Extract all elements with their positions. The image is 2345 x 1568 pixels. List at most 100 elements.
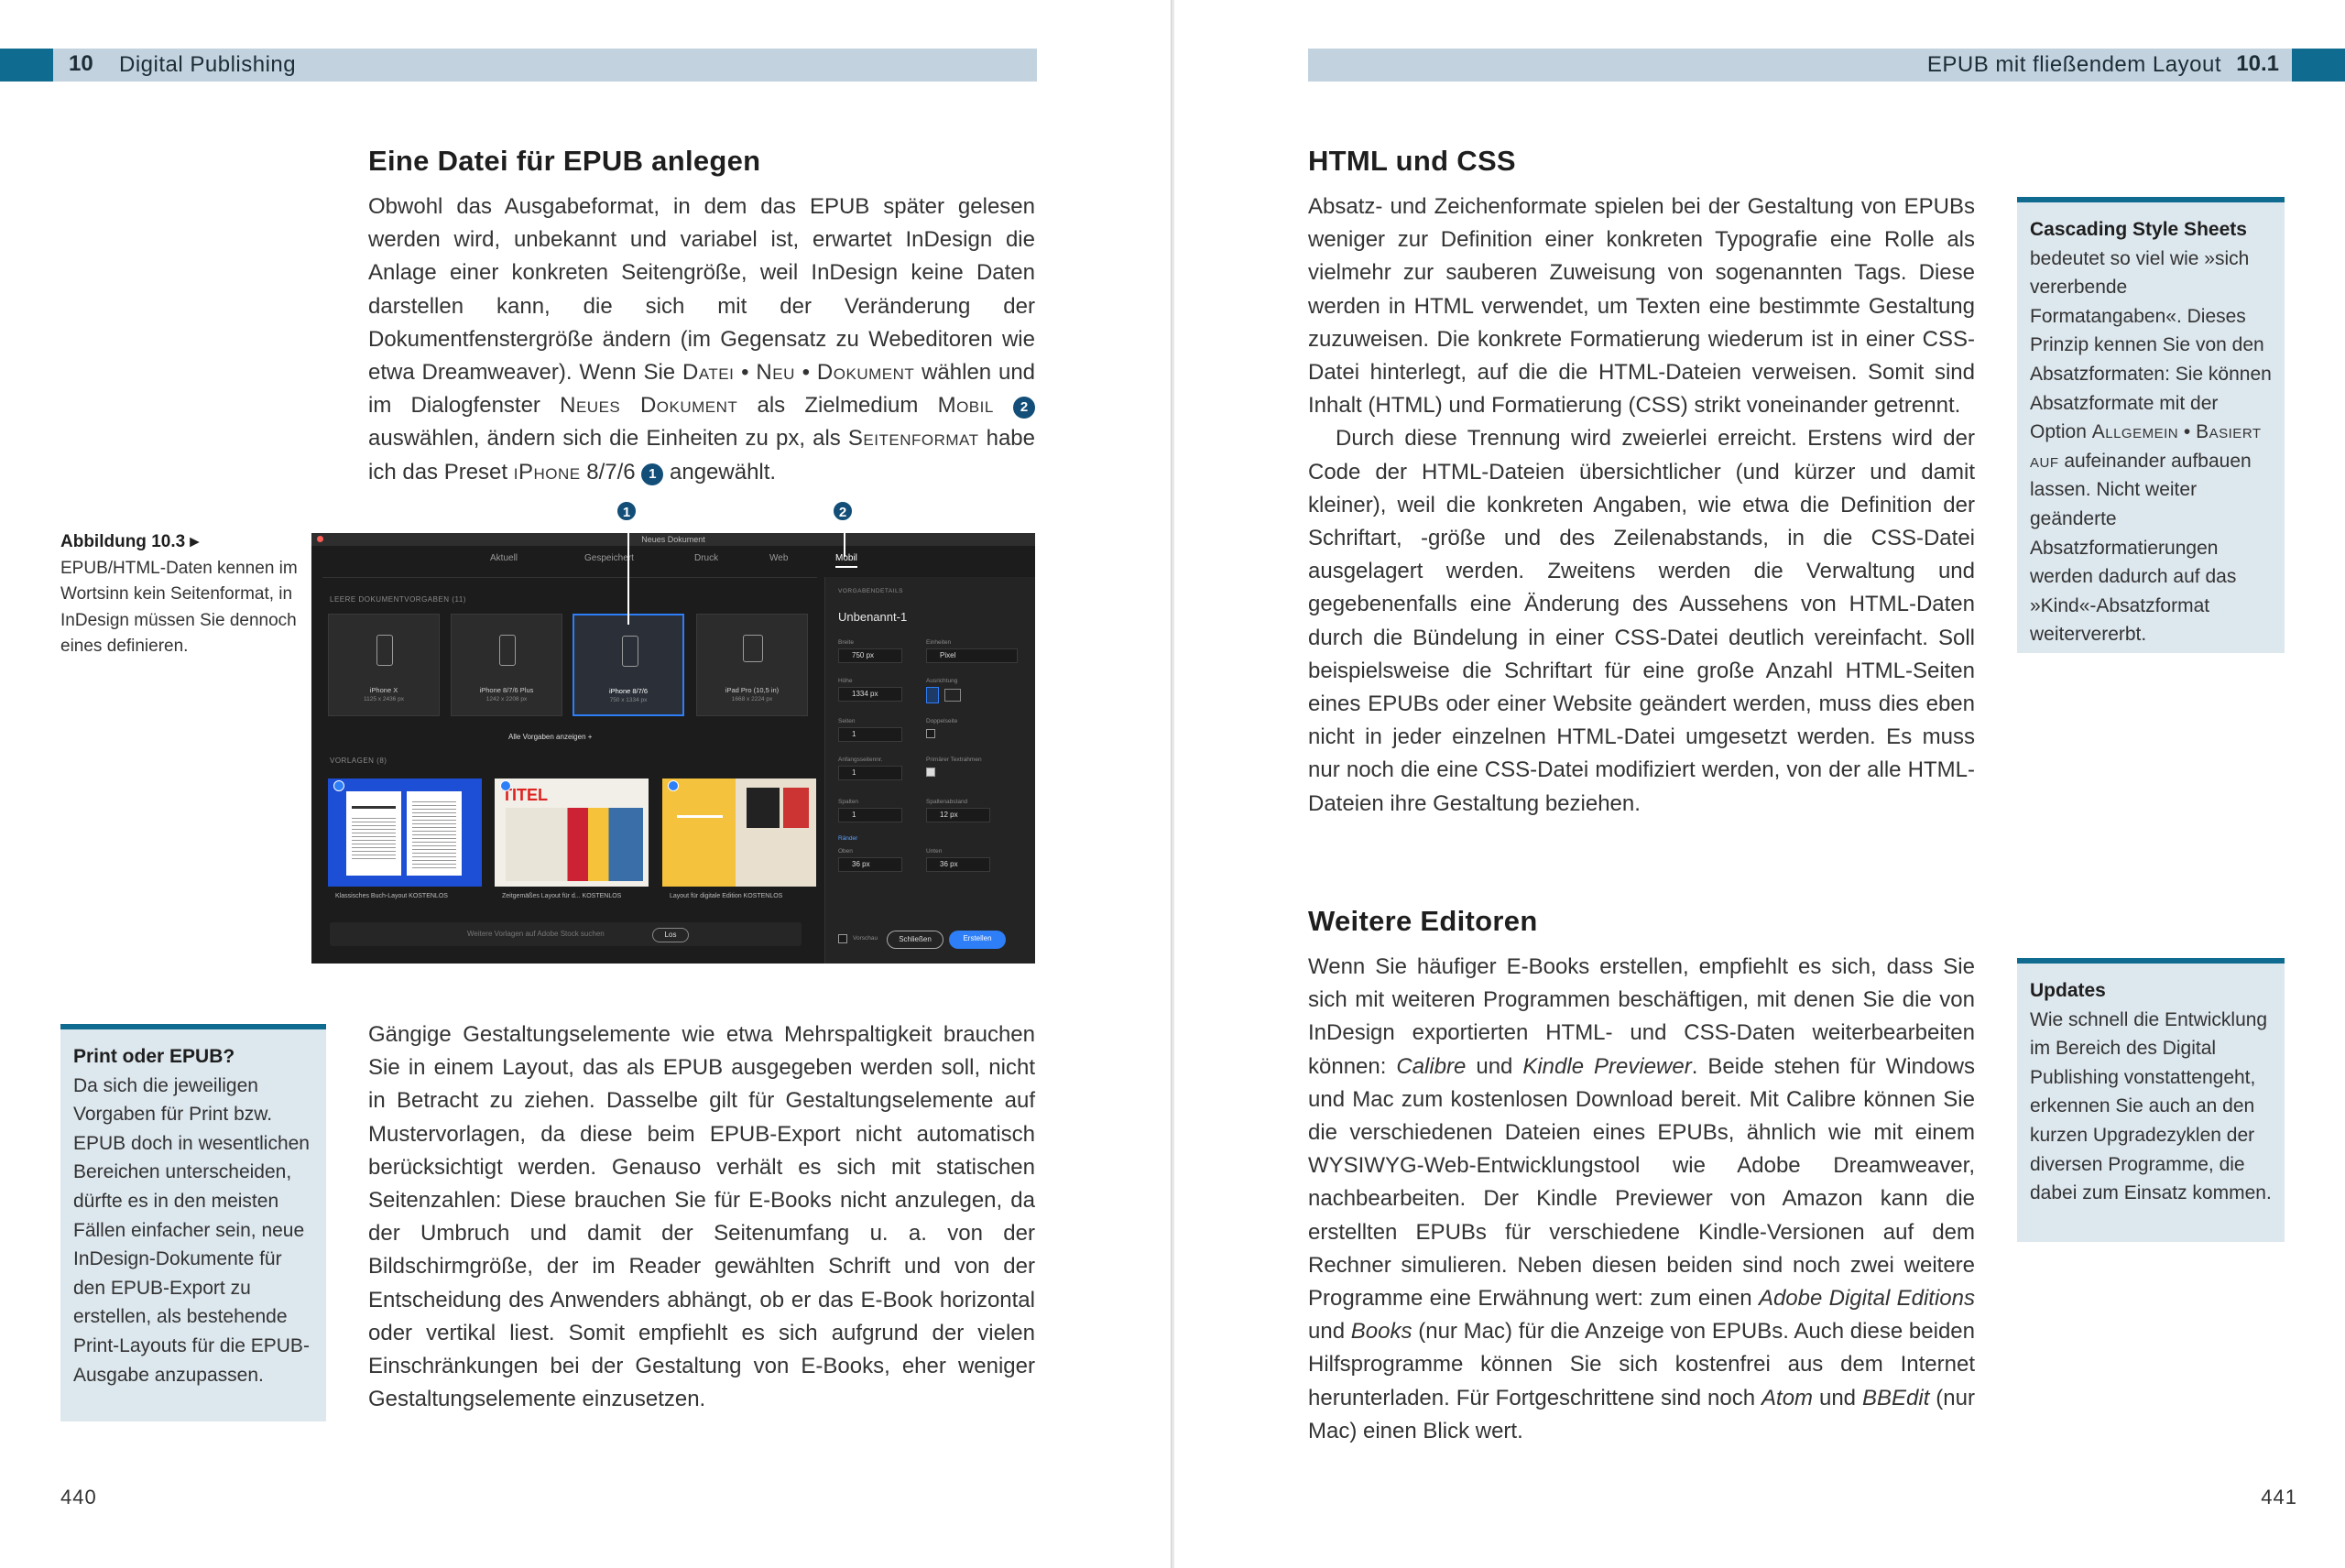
create-button[interactable]: Erstellen: [949, 931, 1006, 949]
margin-top-input[interactable]: 36 px: [838, 857, 902, 872]
presets-section-label: LEERE DOKUMENTVORGABEN (11): [330, 595, 466, 604]
callout-1-marker: 1: [641, 463, 664, 485]
height-input[interactable]: 1334 px: [838, 687, 902, 702]
divider: [322, 577, 817, 578]
page-number: 441: [2261, 1486, 2297, 1508]
figure-callout-2: 2: [832, 500, 854, 522]
paragraph-text: Absatz- und Zeichenformate spielen bei d…: [1308, 194, 1975, 419]
preset-details-panel: VORGABENDETAILS Unbenannt-1 Breite 750 p…: [824, 577, 1035, 964]
template-label: Klassisches Buch-Layout KOSTENLOS: [335, 893, 448, 899]
program-name: Kindle Previewer: [1522, 1053, 1692, 1079]
gutter-label: Spaltenabstand: [926, 799, 968, 805]
preset-size: 750 x 1334 px: [609, 697, 648, 703]
tab-druck[interactable]: Druck: [694, 553, 718, 563]
check-icon: [333, 780, 344, 791]
search-go-button[interactable]: Los: [652, 928, 689, 942]
tab-bar: Aktuell Gespeichert Druck Web Mobil: [311, 553, 857, 577]
dialog-name: Neues Dokument: [560, 393, 738, 419]
text-lines: [412, 799, 456, 868]
running-header-right: EPUB mit fließendem Layout 10.1: [1308, 49, 2345, 82]
facing-pages-label: Doppelseite: [926, 718, 958, 724]
portrait-orientation-icon[interactable]: [926, 687, 939, 703]
margin-bottom-input[interactable]: 36 px: [926, 857, 990, 872]
text-run: Obwohl das Ausgabeformat, in dem das EPU…: [368, 194, 1035, 386]
document-name-field[interactable]: Unbenannt-1: [838, 610, 907, 624]
primary-text-frame-checkbox[interactable]: [926, 768, 935, 777]
margin-note-text: bedeutet so viel wie »sich vererbende Fo…: [2030, 245, 2272, 649]
option-mobil: Mobil: [937, 393, 994, 419]
template-label: Layout für digitale Edition KOSTENLOS: [670, 893, 783, 899]
text-run: angewählt.: [663, 459, 777, 485]
preset-card-selected[interactable]: iPhone 8/7/6 750 x 1334 px: [573, 614, 684, 716]
primary-text-frame-label: Primärer Textrahmen: [926, 757, 982, 763]
landscape-orientation-icon[interactable]: [944, 689, 961, 702]
callout-2-leader: [844, 522, 845, 557]
phone-icon: [376, 635, 393, 666]
text-run: als Zielmedium: [737, 393, 938, 419]
preview-checkbox[interactable]: [838, 934, 847, 943]
text-lines: [352, 815, 396, 861]
menu-path-datei: Datei: [682, 360, 735, 386]
pages-input[interactable]: 1: [838, 727, 902, 742]
template-thumbnail-magazine[interactable]: TITEL: [495, 779, 649, 887]
program-name: Books: [1350, 1319, 1412, 1345]
units-label: Einheiten: [926, 639, 952, 646]
text-run: auswählen, ändern sich die Einheiten zu …: [368, 426, 848, 452]
preset-card[interactable]: iPad Pro (10,5 in) 1668 x 2224 px: [696, 614, 808, 716]
preset-iphone: iPhone: [513, 459, 581, 485]
units-select[interactable]: Pixel: [926, 648, 1018, 663]
preset-name: iPhone 8/7/6: [608, 687, 649, 695]
separator: •: [734, 360, 757, 386]
width-input[interactable]: 750 px: [838, 648, 902, 663]
preset-card[interactable]: iPhone X 1125 x 2436 px: [328, 614, 440, 716]
text-line: [677, 815, 723, 818]
magazine-grid: [506, 808, 643, 881]
paragraph-text: Durch diese Trennung wird zweierlei erre…: [1308, 426, 1975, 816]
body-section-html-css: Absatz- und Zeichenformate spielen bei d…: [1308, 191, 1975, 821]
start-page-input[interactable]: 1: [838, 766, 902, 780]
preset-name: iPad Pro (10,5 in): [725, 686, 780, 694]
tab-gespeichert[interactable]: Gespeichert: [584, 553, 634, 563]
menu-path-dokument: Dokument: [816, 360, 915, 386]
margin-note-print-epub: Print oder EPUB? Da sich die jeweiligen …: [60, 1024, 326, 1421]
paragraph-text: Gängige Gestaltungselemente wie etwa Meh…: [368, 1022, 1035, 1412]
callout-2-marker: 2: [1013, 397, 1036, 419]
margin-note-css: Cascading Style Sheets bedeutet so viel …: [2017, 197, 2285, 653]
columns-label: Spalten: [838, 799, 859, 805]
gutter-input[interactable]: 12 px: [926, 808, 990, 822]
tab-web[interactable]: Web: [769, 553, 788, 563]
header-color-mark: [0, 49, 53, 82]
margin-note-text: Wie schnell die Entwicklung im Bereich d…: [2030, 1008, 2272, 1204]
body-paragraph-1: Obwohl das Ausgabeformat, in dem das EPU…: [368, 191, 1036, 489]
body-section-editors: Wenn Sie häufiger E-Books erstellen, emp…: [1308, 951, 1975, 1448]
width-label: Breite: [838, 639, 854, 646]
body-paragraph-2: Gängige Gestaltungselemente wie etwa Meh…: [368, 1018, 1035, 1416]
tab-aktuell[interactable]: Aktuell: [490, 553, 518, 563]
template-thumbnail-digital[interactable]: [662, 779, 816, 887]
columns-input[interactable]: 1: [838, 808, 902, 822]
tab-mobil[interactable]: Mobil: [835, 553, 857, 568]
close-button[interactable]: Schließen: [887, 931, 943, 949]
option-seitenformat: Seitenformat: [847, 426, 979, 452]
check-icon: [668, 780, 679, 791]
right-page: EPUB mit fließendem Layout 10.1 HTML und…: [1174, 0, 2345, 1568]
template-thumbnail-book[interactable]: [328, 779, 482, 887]
margin-note-title: Cascading Style Sheets: [2030, 219, 2247, 240]
preset-card[interactable]: iPhone 8/7/6 Plus 1242 x 2208 px: [451, 614, 562, 716]
height-label: Höhe: [838, 678, 853, 684]
callout-1-leader: [627, 522, 629, 625]
window-titlebar: Neues Dokument: [311, 533, 1035, 546]
window-title: Neues Dokument: [641, 535, 705, 544]
check-icon: [500, 780, 511, 791]
facing-pages-checkbox[interactable]: [926, 729, 935, 738]
stock-search-input[interactable]: Weitere Vorlagen auf Adobe Stock suchen: [330, 922, 802, 946]
option-allgemein: Allgemein: [2091, 421, 2179, 443]
show-all-presets-link[interactable]: Alle Vorgaben anzeigen +: [508, 733, 592, 741]
margins-toggle[interactable]: Ränder: [838, 835, 857, 842]
preview-label: Vorschau: [853, 935, 878, 942]
caption-title: Abbildung 10.3 ▸: [60, 532, 199, 551]
close-dot-icon: [317, 536, 323, 542]
running-header-left: 10 Digital Publishing: [0, 49, 1037, 82]
text-run: 8/7/6: [580, 459, 642, 485]
margin-note-title: Print oder EPUB?: [73, 1046, 235, 1067]
